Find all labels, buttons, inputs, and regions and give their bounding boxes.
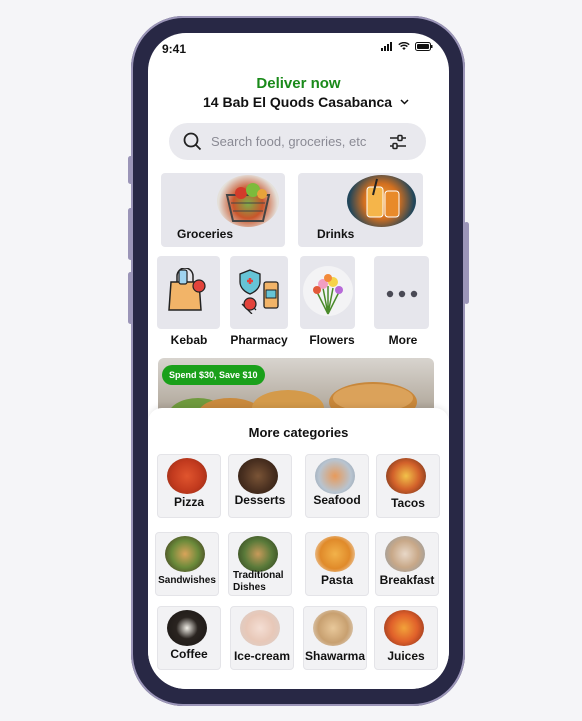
pharmacy-icon (239, 269, 279, 314)
shortcut-label: Flowers (309, 333, 355, 347)
category-label: Pizza (173, 495, 204, 509)
category-breakfast[interactable]: Breakfast (375, 532, 439, 596)
category-label: Coffee (170, 647, 208, 661)
category-label: Sandwishes (158, 575, 216, 586)
category-juices[interactable]: Juices (374, 606, 438, 670)
shortcut-label: Pharmacy (230, 333, 288, 347)
featured-label: Groceries (177, 227, 234, 241)
search-bar[interactable]: Search food, groceries, etc (169, 123, 426, 160)
shortcut-label: Kebab (170, 333, 208, 347)
shortcut-pharmacy[interactable] (230, 256, 288, 329)
promo-badge: Spend $30, Save $10 (162, 365, 265, 385)
drinks-image (347, 175, 416, 227)
category-ice-cream[interactable]: Ice-cream (230, 606, 294, 670)
coffee-image (167, 610, 207, 646)
desserts-image (238, 458, 278, 494)
category-pizza[interactable]: Pizza (157, 454, 221, 518)
shopping-bag-icon (168, 268, 206, 311)
category-desserts[interactable]: Desserts (228, 454, 292, 518)
battery-icon (415, 42, 433, 51)
grocery-basket-image (217, 175, 279, 227)
pasta-image (315, 536, 355, 572)
sheet-title: More categories (248, 425, 349, 440)
address-text: 14 Bab El Quods Casabanca (203, 94, 393, 110)
shortcut-flowers[interactable] (300, 256, 355, 329)
traditional-dishes-image (238, 536, 278, 572)
category-coffee[interactable]: Coffee (157, 606, 221, 670)
search-input[interactable]: Search food, groceries, etc (211, 134, 366, 149)
search-icon (183, 132, 202, 151)
more-dots-icon (386, 290, 418, 298)
status-icons (381, 42, 433, 51)
category-label: Pasta (320, 573, 354, 587)
featured-drinks[interactable]: Drinks (298, 173, 423, 247)
category-label: Breakfast (379, 573, 435, 587)
address-selector[interactable]: 14 Bab El Quods Casabanca (203, 94, 409, 110)
category-label: Seafood (313, 493, 361, 507)
category-shawarma[interactable]: Shawarma (303, 606, 367, 670)
category-sandwishes[interactable]: Sandwishes (155, 532, 219, 596)
category-label: Tacos (391, 496, 425, 510)
volume-down-button (128, 272, 133, 324)
category-traditional-dishes[interactable]: Traditional Dishes (228, 532, 292, 596)
category-label: Desserts (234, 493, 286, 507)
wifi-icon (398, 42, 410, 50)
more-categories-sheet: More categories Pizza Desserts Seafood T… (148, 408, 449, 689)
deliver-now-label[interactable]: Deliver now (148, 75, 449, 92)
category-label: Juices (387, 649, 425, 663)
category-tacos[interactable]: Tacos (376, 454, 440, 518)
shortcut-more[interactable] (374, 256, 429, 329)
signal-icon (381, 42, 392, 51)
status-time: 9:41 (162, 42, 187, 56)
flowers-image (303, 266, 353, 316)
category-pasta[interactable]: Pasta (305, 532, 369, 596)
sandwishes-image (165, 536, 205, 572)
category-label: Shawarma (304, 649, 366, 663)
mute-switch (128, 156, 133, 184)
breakfast-image (385, 536, 425, 572)
ice-cream-image (240, 610, 280, 646)
seafood-image (315, 458, 355, 494)
power-button (464, 222, 469, 304)
category-label: Ice-cream (233, 649, 291, 663)
category-label: Traditional Dishes (233, 570, 284, 593)
filter-icon[interactable] (389, 134, 407, 150)
shortcut-label: More (388, 333, 418, 347)
juices-image (384, 610, 424, 646)
app-screen: 9:41 Deliver now 14 Bab El Quods Casaban… (148, 33, 449, 689)
featured-groceries[interactable]: Groceries (161, 173, 285, 247)
featured-label: Drinks (317, 227, 355, 241)
shortcut-kebab[interactable] (157, 256, 220, 329)
tacos-image (386, 458, 426, 494)
category-seafood[interactable]: Seafood (305, 454, 369, 518)
shawarma-image (313, 610, 353, 646)
pizza-image (167, 458, 207, 494)
chevron-down-icon (400, 99, 409, 105)
volume-up-button (128, 208, 133, 260)
